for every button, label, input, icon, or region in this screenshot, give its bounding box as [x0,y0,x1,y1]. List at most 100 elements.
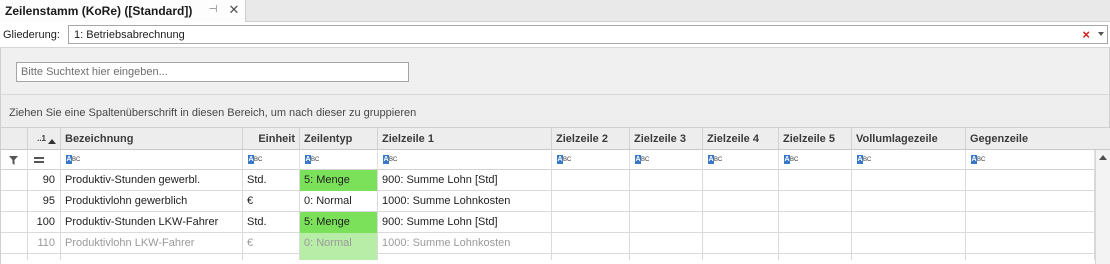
cell-gegenzeile[interactable] [966,254,1095,260]
group-by-panel[interactable]: Ziehen Sie eine Spaltenüberschrift in di… [0,95,1110,128]
header-bezeichnung[interactable]: Bezeichnung [61,128,243,150]
cell-zielzeile-5[interactable] [779,212,852,233]
cell-zielzeile-5[interactable] [779,233,852,254]
scroll-track[interactable] [1097,168,1109,258]
cell-zeilentyp[interactable] [300,254,378,260]
cell-bezeichnung[interactable]: Produktiv-Stunden LKW-Fahrer [61,212,243,233]
cell-zielzeile-4[interactable] [703,254,779,260]
row-indicator[interactable] [1,233,28,254]
cell-zielzeile-2[interactable] [552,212,630,233]
filter-nr-cell[interactable] [28,150,61,170]
cell-zielzeile-4[interactable] [703,170,779,191]
cell-nr[interactable]: 95 [28,191,61,212]
cell-einheit[interactable]: Std. [243,212,300,233]
vertical-scrollbar[interactable] [1095,150,1110,264]
filter-zielzeile-2-cell[interactable]: A BC [552,150,630,170]
header-zielzeile-2[interactable]: Zielzeile 2 [552,128,630,150]
header-zeilentyp[interactable]: Zeilentyp [300,128,378,150]
cell-einheit[interactable]: Std. [243,170,300,191]
scroll-up-arrow-icon[interactable] [1099,155,1107,160]
cell-bezeichnung[interactable]: Produktivlohn gewerblich [61,191,243,212]
header-gegenzeile[interactable]: Gegenzeile [966,128,1110,150]
header-zielzeile-5[interactable]: Zielzeile 5 [779,128,852,150]
cell-einheit[interactable]: € [243,191,300,212]
cell-zeilentyp[interactable]: 0: Normal [300,191,378,212]
pin-icon[interactable]: ⊣ [207,4,219,16]
cell-bezeichnung[interactable]: Produktivlohn LKW-Fahrer [61,233,243,254]
cell-zielzeile-1[interactable]: 900: Summe Lohn [Std] [378,212,552,233]
filter-zielzeile-4-cell[interactable]: A BC [703,150,779,170]
clear-icon[interactable]: × [1082,26,1090,43]
header-zielzeile-4[interactable]: Zielzeile 4 [703,128,779,150]
filter-gegenzeile-cell[interactable]: A BC [966,150,1095,170]
cell-zielzeile-1[interactable]: 1000: Summe Lohnkosten [378,191,552,212]
cell-zielzeile-1[interactable] [378,254,552,260]
cell-vollumlagezeile[interactable] [852,233,966,254]
cell-vollumlagezeile[interactable] [852,170,966,191]
cell-zielzeile-5[interactable] [779,191,852,212]
cell-zielzeile-3[interactable] [630,212,703,233]
header-vollumlagezeile[interactable]: Vollumlagezeile [852,128,966,150]
header-zielzeile-1[interactable]: Zielzeile 1 [378,128,552,150]
cell-vollumlagezeile[interactable] [852,212,966,233]
search-input[interactable] [16,62,409,82]
cell-nr[interactable] [28,254,61,260]
cell-zeilentyp[interactable]: 5: Menge [300,212,378,233]
row-indicator[interactable] [1,170,28,191]
chevron-down-icon[interactable] [1098,32,1104,36]
cell-gegenzeile[interactable] [966,191,1095,212]
cell-zielzeile-4[interactable] [703,233,779,254]
header-nr-column[interactable]: ..1 [28,128,61,150]
cell-zeilentyp[interactable]: 5: Menge [300,170,378,191]
row-indicator[interactable] [1,254,28,260]
cell-zielzeile-5[interactable] [779,170,852,191]
cell-bezeichnung[interactable]: Produktiv-Stunden gewerbl. [61,170,243,191]
filter-einheit-cell[interactable]: A BC [243,150,300,170]
filter-bezeichnung-cell[interactable]: A BC [61,150,243,170]
cell-zielzeile-2[interactable] [552,170,630,191]
filter-zielzeile-5-cell[interactable]: A BC [779,150,852,170]
cell-zielzeile-3[interactable] [630,191,703,212]
cell-zeilentyp[interactable]: 0: Normal [300,233,378,254]
close-icon[interactable]: ✕ [227,3,241,17]
cell-zielzeile-2[interactable] [552,254,630,260]
text-filter-icon: A BC [784,155,799,164]
filter-zielzeile-3-cell[interactable]: A BC [630,150,703,170]
cell-zielzeile-2[interactable] [552,191,630,212]
table-row[interactable]: 90 Produktiv-Stunden gewerbl. Std. 5: Me… [1,170,1110,191]
cell-nr[interactable]: 90 [28,170,61,191]
cell-zielzeile-3[interactable] [630,254,703,260]
cell-zielzeile-3[interactable] [630,233,703,254]
cell-zielzeile-1[interactable]: 900: Summe Lohn [Std] [378,170,552,191]
cell-gegenzeile[interactable] [966,212,1095,233]
cell-gegenzeile[interactable] [966,233,1095,254]
filter-zeilentyp-cell[interactable]: A BC [300,150,378,170]
cell-bezeichnung[interactable] [61,254,243,260]
cell-gegenzeile[interactable] [966,170,1095,191]
cell-einheit[interactable]: € [243,233,300,254]
table-row[interactable]: 95 Produktivlohn gewerblich € 0: Normal … [1,191,1110,212]
document-tabstrip: Zeilenstamm (KoRe) ([Standard]) ⊣ ✕ [0,0,1110,22]
document-tab[interactable]: Zeilenstamm (KoRe) ([Standard]) ⊣ ✕ [0,0,246,22]
cell-zielzeile-2[interactable] [552,233,630,254]
row-indicator[interactable] [1,191,28,212]
cell-zielzeile-5[interactable] [779,254,852,260]
table-row[interactable]: 100 Produktiv-Stunden LKW-Fahrer Std. 5:… [1,212,1110,233]
header-zielzeile-3[interactable]: Zielzeile 3 [630,128,703,150]
cell-nr[interactable]: 110 [28,233,61,254]
cell-zielzeile-4[interactable] [703,191,779,212]
filter-zielzeile-1-cell[interactable]: A BC [378,150,552,170]
cell-vollumlagezeile[interactable] [852,254,966,260]
header-einheit[interactable]: Einheit [243,128,300,150]
cell-vollumlagezeile[interactable] [852,191,966,212]
row-indicator[interactable] [1,212,28,233]
filter-vollumlagezeile-cell[interactable]: A BC [852,150,966,170]
cell-zielzeile-1[interactable]: 1000: Summe Lohnkosten [378,233,552,254]
gliederung-select[interactable]: 1: Betriebsabrechnung × [68,25,1108,44]
cell-zielzeile-4[interactable] [703,212,779,233]
cell-nr[interactable]: 100 [28,212,61,233]
cell-einheit[interactable] [243,254,300,260]
table-row[interactable] [1,254,1110,260]
cell-zielzeile-3[interactable] [630,170,703,191]
table-row[interactable]: 110 Produktivlohn LKW-Fahrer € 0: Normal… [1,233,1110,254]
